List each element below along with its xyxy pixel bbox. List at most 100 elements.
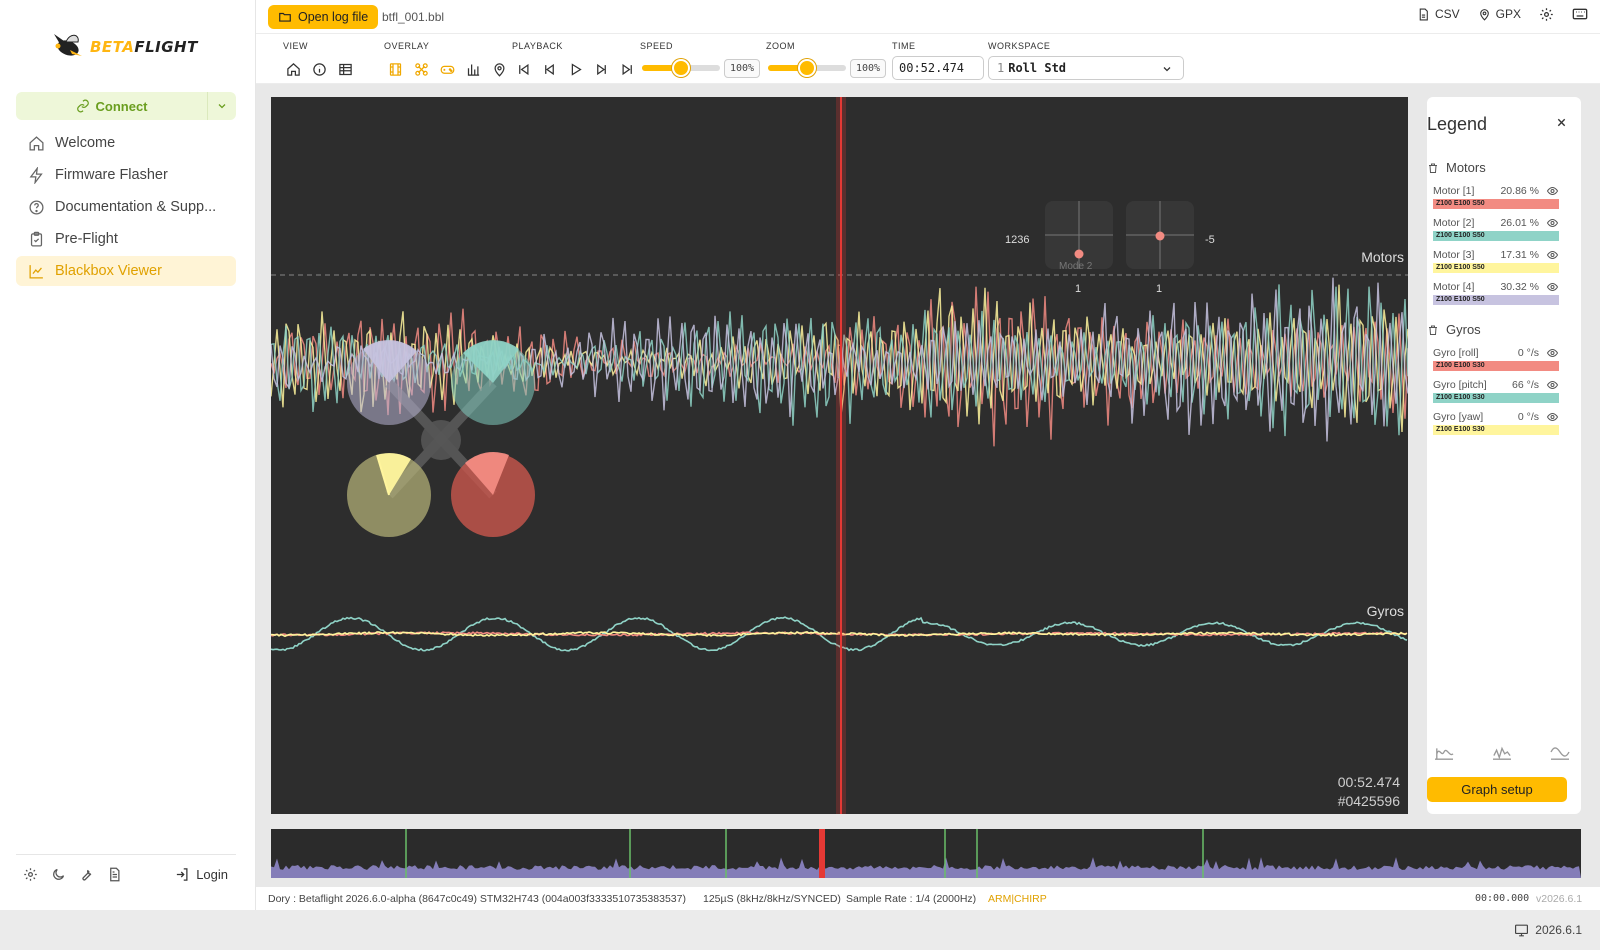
- legend-row-tag: Z100 E100 S30: [1433, 425, 1559, 435]
- legend-row-tag: Z100 E100 S50: [1433, 199, 1559, 209]
- overlay-craft-button[interactable]: [411, 59, 431, 79]
- viewer-settings-button[interactable]: [1539, 7, 1554, 22]
- tools-button[interactable]: [72, 861, 100, 889]
- graph-time-overlay: 00:52.474: [1337, 774, 1400, 790]
- sidebar: BETAFLIGHT Connect Welcome Firmware Flas…: [0, 0, 256, 910]
- legend-row-value: 20.86 %: [1500, 185, 1539, 197]
- legend-close-button[interactable]: [1556, 115, 1567, 131]
- frequency-icon[interactable]: [1491, 743, 1513, 761]
- login-button[interactable]: Login: [175, 867, 236, 882]
- connect-dropdown-button[interactable]: [208, 92, 236, 120]
- left-stick-bottom-value: 1: [1075, 283, 1082, 295]
- overlay-map-button[interactable]: [489, 59, 509, 79]
- overlay-analyser-button[interactable]: [463, 59, 483, 79]
- left-stick-value: 1236: [1005, 234, 1030, 246]
- monitor-icon: [1515, 924, 1529, 936]
- export-csv-button[interactable]: CSV: [1417, 7, 1460, 21]
- legend-group-motors[interactable]: Motors: [1427, 160, 1486, 175]
- eye-icon[interactable]: [1546, 347, 1559, 359]
- moon-icon: [52, 868, 64, 880]
- graph-canvas: [271, 97, 1408, 814]
- open-log-file-button[interactable]: Open log file: [268, 5, 379, 29]
- legend-row-name: Motor [1]: [1433, 185, 1475, 197]
- legend-row-tag: Z100 E100 S30: [1433, 361, 1559, 371]
- step-back-button[interactable]: [539, 59, 559, 79]
- sidebar-item-welcome[interactable]: Welcome: [16, 128, 236, 158]
- sidebar-item-documentation[interactable]: Documentation & Supp...: [16, 192, 236, 222]
- sidebar-item-blackbox-viewer[interactable]: Blackbox Viewer: [16, 256, 236, 286]
- legend-title: Legend: [1427, 114, 1488, 134]
- legend-group-name: Motors: [1446, 160, 1486, 175]
- sidebar-item-label: Welcome: [55, 135, 116, 151]
- eye-icon[interactable]: [1546, 185, 1559, 197]
- sidebar-item-pre-flight[interactable]: Pre-Flight: [16, 224, 236, 254]
- footer-version-text: 2026.6.1: [1535, 923, 1582, 937]
- log-graph[interactable]: Motors Gyros 1236 -5 1 1 Mode 2 00:52.47…: [271, 97, 1408, 814]
- connect-label: Connect: [95, 98, 148, 114]
- chevron-down-icon: [1163, 67, 1171, 72]
- status-bar: Dory : Betaflight 2026.6.0-alpha (8647c0…: [256, 887, 1600, 910]
- zoom-slider-knob[interactable]: [798, 59, 816, 77]
- log-button[interactable]: [100, 861, 128, 889]
- view-section-label: VIEW: [283, 41, 309, 51]
- eye-icon[interactable]: [1546, 411, 1559, 423]
- connect-button[interactable]: Connect: [16, 92, 208, 120]
- timeline-cursor[interactable]: [819, 829, 825, 878]
- time-input[interactable]: 00:52.474: [892, 56, 984, 80]
- folder-open-icon: [279, 12, 291, 22]
- play-icon: [571, 62, 582, 76]
- status-sample-rate: Sample Rate : 1/4 (2000Hz): [846, 893, 977, 905]
- eye-icon[interactable]: [1546, 249, 1559, 261]
- sidebar-item-label: Pre-Flight: [55, 231, 118, 247]
- overlay-video-button[interactable]: [385, 59, 405, 79]
- graph-setup-button[interactable]: Graph setup: [1427, 777, 1567, 802]
- skip-back-icon: [518, 63, 528, 75]
- graph-frame-overlay: #0425596: [1337, 793, 1400, 809]
- settings-button[interactable]: [16, 861, 44, 889]
- legend-row-name: Gyro [yaw]: [1433, 411, 1484, 423]
- viewer-toolbar: VIEW OVERLAY PLAYBACK SPEED 100% ZOOM 10…: [256, 34, 1600, 84]
- theme-toggle-button[interactable]: [44, 861, 72, 889]
- legend-row-name: Gyro [roll]: [1433, 347, 1479, 359]
- home-icon: [286, 62, 300, 76]
- sidebar-item-firmware-flasher[interactable]: Firmware Flasher: [16, 160, 236, 190]
- motors-graph-label: Motors: [1361, 249, 1404, 265]
- jump-end-button[interactable]: [617, 59, 637, 79]
- export-gpx-button[interactable]: GPX: [1478, 7, 1521, 21]
- play-button[interactable]: [565, 59, 585, 79]
- eye-icon[interactable]: [1546, 217, 1559, 229]
- info-icon: [312, 62, 326, 76]
- step-forward-button[interactable]: [591, 59, 611, 79]
- connect-button-group: Connect: [16, 92, 236, 120]
- timeline-canvas: [271, 829, 1581, 878]
- legend-row-tag: Z100 E100 S50: [1433, 295, 1559, 305]
- status-loop-time: 125µS (8kHz/8kHz/SYNCED): [703, 893, 841, 905]
- jump-start-button[interactable]: [513, 59, 533, 79]
- workspace-select[interactable]: 1 Roll Std: [988, 56, 1184, 80]
- bee-icon: [54, 34, 82, 56]
- left-stick-dot: [1074, 249, 1084, 259]
- legend-group-gyros[interactable]: Gyros: [1427, 322, 1481, 337]
- view-info-button[interactable]: [309, 59, 329, 79]
- timeline-throttle-area: [271, 857, 1581, 878]
- keyboard-shortcuts-button[interactable]: [1572, 6, 1588, 22]
- eye-icon[interactable]: [1546, 281, 1559, 293]
- overlay-sticks-button[interactable]: [437, 59, 457, 79]
- zoom-slider[interactable]: [768, 59, 846, 77]
- speed-slider[interactable]: [642, 59, 720, 77]
- wave-icon[interactable]: [1549, 743, 1571, 761]
- log-timeline[interactable]: [271, 829, 1581, 878]
- legend-row-value: 17.31 %: [1500, 249, 1539, 261]
- spectrum-icon[interactable]: [1433, 743, 1455, 761]
- trash-icon: [1429, 325, 1437, 335]
- gear-icon: [23, 868, 37, 881]
- legend-row-name: Motor [3]: [1433, 249, 1475, 261]
- view-home-button[interactable]: [283, 59, 303, 79]
- view-table-button[interactable]: [335, 59, 355, 79]
- speed-slider-knob[interactable]: [672, 59, 690, 77]
- map-pin-icon: [493, 62, 505, 77]
- legend-row-tag: Z100 E100 S30: [1433, 393, 1559, 403]
- legend-group-name: Gyros: [1446, 322, 1481, 337]
- time-section-label: TIME: [892, 41, 916, 51]
- eye-icon[interactable]: [1546, 379, 1559, 391]
